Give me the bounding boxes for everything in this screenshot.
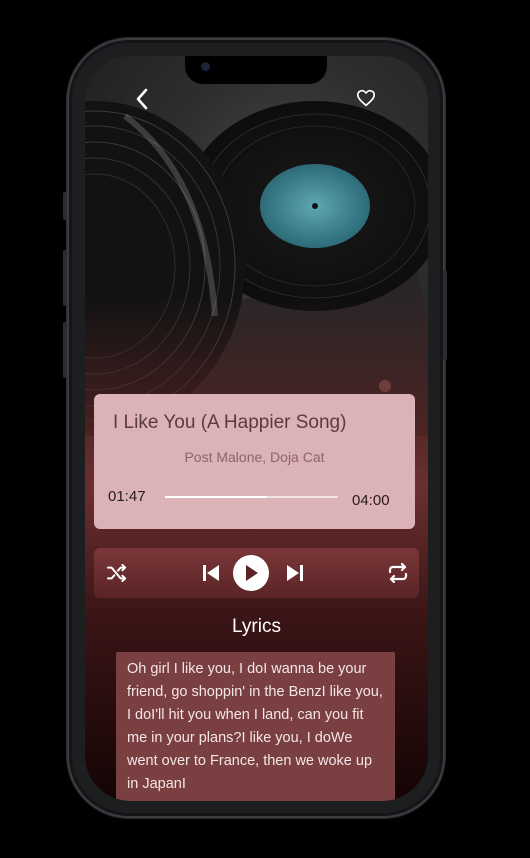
play-button[interactable] — [233, 555, 269, 591]
total-time: 04:00 — [352, 492, 390, 509]
skip-previous-icon — [203, 565, 219, 581]
phone-volume-up — [63, 250, 67, 306]
repeat-icon — [388, 562, 408, 584]
phone-volume-down — [63, 322, 67, 378]
song-title: I Like You (A Happier Song) — [113, 412, 347, 433]
play-icon — [246, 565, 258, 581]
phone-silent-switch — [63, 192, 67, 220]
next-button[interactable] — [284, 561, 306, 585]
app-screen: I Like You (A Happier Song) Post Malone,… — [85, 56, 428, 801]
front-camera — [201, 62, 210, 71]
album-art-vinyl — [85, 56, 428, 436]
favorite-button[interactable] — [353, 85, 379, 111]
back-button[interactable] — [129, 86, 155, 112]
vinyl-record-image — [85, 101, 428, 436]
progress-fill — [165, 496, 268, 498]
current-time: 01:47 — [108, 488, 146, 505]
chevron-left-icon — [136, 88, 148, 110]
repeat-button[interactable] — [385, 560, 411, 586]
phone-notch — [185, 56, 327, 84]
lyrics-heading: Lyrics — [232, 616, 281, 637]
phone-power-button — [443, 270, 447, 360]
progress-slider[interactable] — [165, 496, 338, 498]
now-playing-card: I Like You (A Happier Song) Post Malone,… — [94, 394, 415, 529]
skip-next-icon — [287, 565, 303, 581]
shuffle-icon — [107, 564, 127, 582]
playback-controls — [94, 548, 419, 598]
song-artist: Post Malone, Doja Cat — [184, 449, 325, 465]
lyrics-text: Oh girl I like you, I doI wanna be your … — [127, 661, 383, 792]
heart-outline-icon — [357, 89, 375, 107]
shuffle-button[interactable] — [104, 561, 130, 585]
previous-button[interactable] — [200, 561, 222, 585]
lyrics-panel[interactable]: Oh girl I like you, I doI wanna be your … — [116, 652, 395, 801]
